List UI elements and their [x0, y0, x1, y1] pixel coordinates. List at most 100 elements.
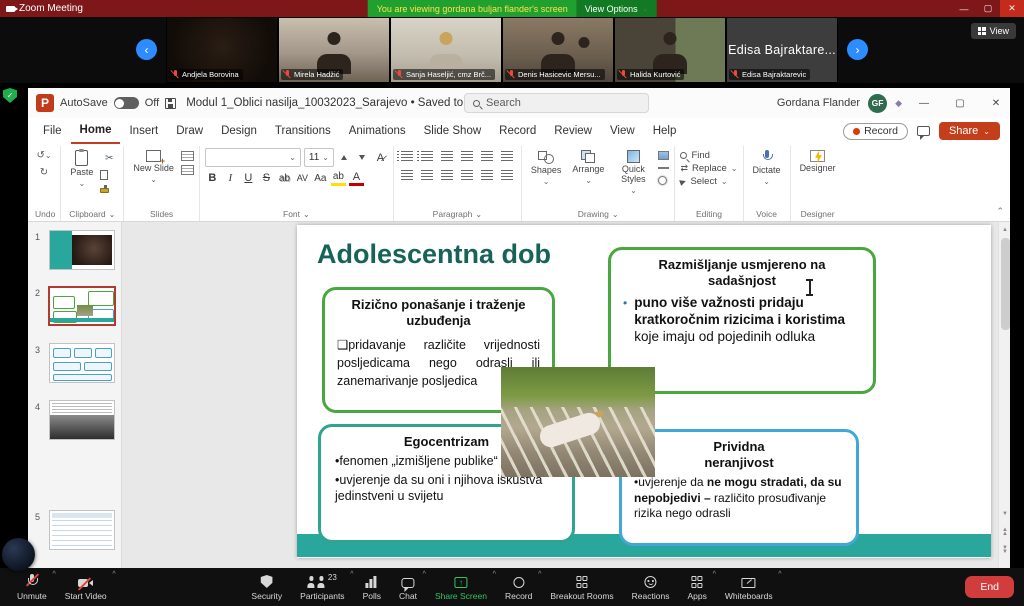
shape-outline-button[interactable] — [658, 167, 669, 169]
quick-styles-button[interactable]: Quick Styles⌄ — [611, 148, 655, 198]
decrease-indent-button[interactable] — [439, 148, 456, 163]
replace-button[interactable]: ⇄Replace⌄ — [680, 163, 737, 174]
menu-tab-design[interactable]: Design — [212, 118, 266, 144]
align-right-button[interactable] — [439, 167, 456, 182]
collapse-ribbon-button[interactable]: ⌃ — [996, 206, 1004, 217]
textbox-invulnerability[interactable]: Prividna neranjivost •uvjerenje da ne mo… — [619, 429, 859, 546]
dialog-launcher-icon[interactable]: ⌄ — [303, 210, 310, 219]
menu-tab-slide-show[interactable]: Slide Show — [415, 118, 491, 144]
clear-formatting-button[interactable]: A̷ — [373, 150, 388, 166]
menu-tab-help[interactable]: Help — [644, 118, 686, 144]
ppt-close-button[interactable]: ✕ — [982, 88, 1010, 118]
participant-tile[interactable]: Denis Hasicevic Mersu... — [502, 17, 614, 83]
autosave-toggle[interactable] — [114, 97, 139, 109]
slide-thumbnail-1[interactable] — [49, 230, 115, 270]
menu-tab-insert[interactable]: Insert — [120, 118, 167, 144]
menu-tab-animations[interactable]: Animations — [340, 118, 415, 144]
new-slide-button[interactable]: New Slide⌄ — [129, 148, 178, 187]
slide-thumbnail-2-selected[interactable] — [48, 286, 116, 326]
dialog-launcher-icon[interactable]: ⌄ — [475, 210, 482, 219]
slide-thumbnail-5[interactable] — [49, 510, 115, 550]
participant-tile[interactable]: Sanja Haseljić, cmz Brč... — [390, 17, 502, 83]
end-meeting-button[interactable]: End — [965, 576, 1014, 598]
copy-button[interactable] — [100, 170, 108, 180]
minimize-button[interactable]: — — [952, 0, 976, 17]
menu-tab-record[interactable]: Record — [490, 118, 545, 144]
participant-tile[interactable]: Mirela Hadžić — [278, 17, 390, 83]
line-spacing-button[interactable] — [479, 148, 496, 163]
change-case-button[interactable]: Aa — [313, 170, 328, 186]
breakout-rooms-button[interactable]: Breakout Rooms — [541, 568, 622, 606]
menu-tab-draw[interactable]: Draw — [167, 118, 212, 144]
highlight-button[interactable]: ab — [331, 170, 346, 186]
floating-widget[interactable] — [2, 538, 35, 571]
menu-tab-home[interactable]: Home — [71, 118, 121, 144]
chevron-up-icon[interactable]: ^ — [112, 571, 115, 578]
menu-tab-transitions[interactable]: Transitions — [266, 118, 340, 144]
bold-button[interactable]: B — [205, 170, 220, 186]
smartart-button[interactable] — [499, 167, 516, 182]
gem-icon[interactable]: ◆ — [895, 98, 902, 109]
find-button[interactable]: Find — [680, 150, 709, 161]
layout-button[interactable] — [181, 151, 194, 161]
slide-thumbnail-3[interactable] — [49, 343, 115, 383]
italic-button[interactable]: I — [223, 170, 238, 186]
previous-slide-button[interactable]: ▲▲ — [999, 525, 1011, 538]
font-name-combo[interactable]: ⌄ — [205, 148, 301, 167]
scrollbar-thumb[interactable] — [1001, 238, 1010, 330]
text-direction-button[interactable] — [499, 148, 516, 163]
menu-tab-review[interactable]: Review — [545, 118, 601, 144]
align-left-button[interactable] — [399, 167, 416, 182]
slide-title[interactable]: Adolescentna dob — [317, 239, 551, 270]
arrange-button[interactable]: Arrange⌄ — [568, 148, 608, 188]
columns-button[interactable] — [479, 167, 496, 182]
slide[interactable]: Adolescentna dob Rizično ponašanje i tra… — [297, 225, 991, 558]
document-title[interactable]: Modul 1_Oblici nasilja_10032023_Sarajevo… — [186, 97, 503, 109]
undo-button[interactable]: ↺⌄ — [35, 148, 53, 163]
previous-participants-button[interactable]: ‹ — [136, 39, 157, 60]
next-participants-button[interactable]: › — [847, 39, 868, 60]
share-screen-button[interactable]: ^ ↑ Share Screen — [426, 568, 496, 606]
cut-button[interactable]: ✂ — [100, 151, 118, 166]
font-color-button[interactable]: A — [349, 170, 364, 186]
ppt-restore-button[interactable]: ▢ — [946, 88, 974, 118]
vertical-scrollbar[interactable]: ▲ ▼ ▲▲ ▼▼ — [998, 222, 1010, 568]
security-button[interactable]: Security — [242, 568, 291, 606]
slide-thumbnail-4[interactable] — [49, 400, 115, 440]
format-painter-button[interactable] — [100, 188, 109, 193]
shapes-button[interactable]: Shapes⌄ — [527, 148, 566, 189]
dialog-launcher-icon[interactable]: ⌄ — [612, 210, 619, 219]
ppt-minimize-button[interactable]: — — [910, 88, 938, 118]
dictate-button[interactable]: Dictate⌄ — [749, 148, 785, 189]
dialog-launcher-icon[interactable]: ⌄ — [109, 210, 116, 219]
align-center-button[interactable] — [419, 167, 436, 182]
bullets-button[interactable] — [399, 148, 416, 163]
chevron-up-icon[interactable]: ^ — [778, 571, 781, 578]
reset-button[interactable] — [181, 165, 194, 175]
scroll-up-button[interactable]: ▲ — [999, 223, 1011, 236]
numbering-button[interactable] — [419, 148, 436, 163]
menu-tab-view[interactable]: View — [601, 118, 644, 144]
text-shadow-button[interactable]: ab — [277, 170, 292, 186]
polls-button[interactable]: Polls — [354, 568, 390, 606]
select-button[interactable]: Select⌄ — [680, 176, 727, 187]
paste-button[interactable]: Paste⌄ — [66, 148, 97, 191]
scroll-down-button[interactable]: ▼ — [999, 507, 1011, 520]
participant-tile[interactable]: Edisa Bajraktare... Edisa Bajraktarevic — [726, 17, 838, 83]
chat-button[interactable]: ^ Chat — [390, 568, 426, 606]
justify-button[interactable] — [459, 167, 476, 182]
save-icon[interactable] — [165, 98, 176, 109]
search-input[interactable]: Search — [464, 93, 649, 113]
start-video-button[interactable]: ^ Start Video — [56, 568, 116, 606]
apps-button[interactable]: ^ Apps — [678, 568, 715, 606]
record-button[interactable]: Record — [843, 123, 908, 140]
slide-image-railway[interactable] — [501, 367, 655, 477]
character-spacing-button[interactable]: AV — [295, 170, 310, 186]
participant-tile[interactable]: Halida Kurtović — [614, 17, 726, 83]
whiteboards-button[interactable]: ^ Whiteboards — [716, 568, 782, 606]
record-button[interactable]: ^ Record — [496, 568, 541, 606]
next-slide-button[interactable]: ▼▼ — [999, 543, 1011, 556]
avatar[interactable]: GF — [868, 94, 887, 113]
close-button[interactable]: ✕ — [1000, 0, 1024, 17]
font-size-combo[interactable]: 11⌄ — [304, 148, 334, 167]
